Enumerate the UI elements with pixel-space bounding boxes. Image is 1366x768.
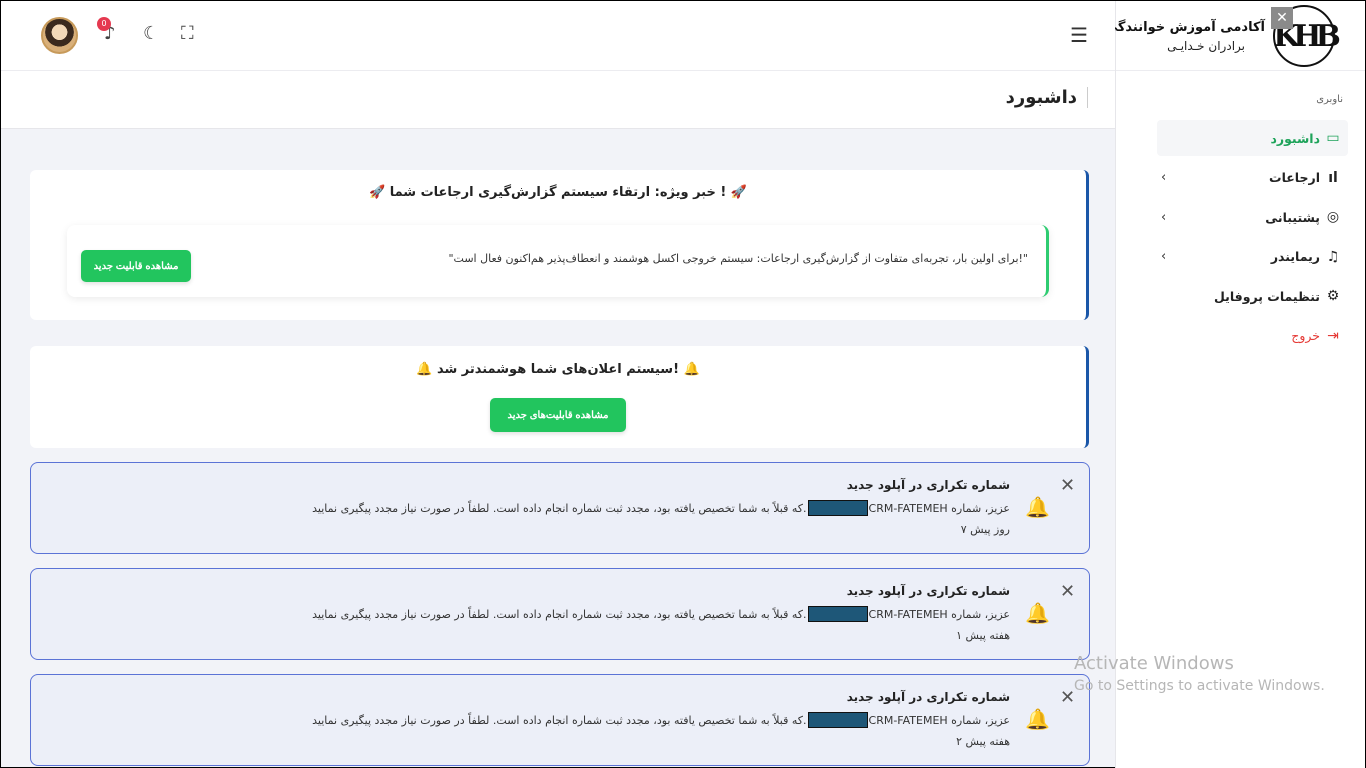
view-new-features-button[interactable]: مشاهده قابلیت‌های جدید: [490, 398, 626, 432]
notification-title: شماره تکراری در آپلود جدید: [846, 584, 1010, 598]
monitor-icon: ▭: [1326, 130, 1340, 146]
lifebuoy-icon: ◎: [1326, 209, 1340, 225]
page-header: داشبورد: [1, 71, 1115, 129]
redacted-number: [807, 712, 868, 728]
hamburger-menu-icon[interactable]: ☰: [1070, 23, 1088, 47]
bell-icon: 🔔: [1025, 707, 1050, 731]
page-title: داشبورد: [1006, 87, 1088, 108]
notification-body: CRM-FATEMEH عزیز، شماره که قبلاً به شما …: [312, 606, 1010, 622]
sidebar-item-label: داشبورد: [1270, 130, 1320, 146]
brand-subtitle: برادران خـدایـی: [1167, 39, 1245, 53]
notification-title: شماره تکراری در آپلود جدید: [846, 690, 1010, 704]
close-icon[interactable]: ✕: [1060, 687, 1075, 708]
notification-body-start: CRM-FATEMEH عزیز، شماره: [868, 501, 1010, 515]
fullscreen-icon[interactable]: ⛶: [181, 23, 194, 44]
bell-icon: 🔔: [1025, 601, 1050, 625]
sidebar-item-logout[interactable]: ⇥ خروج: [1157, 318, 1348, 354]
notification-badge: 0: [97, 17, 111, 31]
sidebar-item-label: ارجاعات: [1269, 170, 1320, 185]
notification-body-end: که قبلاً به شما تخصیص یافته بود، مجدد ثب…: [312, 501, 807, 515]
sidebar-item-label: خروج: [1291, 328, 1320, 343]
bell-icon: 🔔: [1025, 495, 1050, 519]
close-icon[interactable]: ✕: [1060, 581, 1075, 602]
redacted-number: [807, 606, 868, 622]
sidebar-item-reminder[interactable]: ♫ ریمایندر ‹: [1157, 239, 1348, 275]
windows-activation-title: Activate Windows: [1074, 653, 1234, 674]
notification-body: CRM-FATEMEH عزیز، شماره که قبلاً به شما …: [312, 712, 1010, 728]
notification-title: شماره تکراری در آپلود جدید: [846, 478, 1010, 492]
moon-icon[interactable]: ☾: [143, 23, 159, 44]
sidebar-item-dashboard[interactable]: ▭ داشبورد: [1157, 120, 1348, 156]
sidebar-item-profile-settings[interactable]: ⚙ تنظیمات پروفایل: [1157, 278, 1348, 314]
announcement-text: "برای اولین بار، تجربه‌ای متفاوت از گزار…: [448, 252, 1028, 265]
sidebar-item-label: تنظیمات پروفایل: [1213, 288, 1320, 304]
windows-activation-subtitle: Go to Settings to activate Windows.: [1074, 678, 1325, 694]
notification-body-end: که قبلاً به شما تخصیص یافته بود، مجدد ثب…: [312, 713, 807, 727]
redacted-number: [807, 500, 868, 516]
card-title: 🔔 سیستم اعلان‌های شما هوشمندتر شد! 🔔: [416, 362, 700, 377]
sidebar-nav: ▭ داشبورد ıl ارجاعات ‹ ◎ پشتیبانی ‹ ♫ ری…: [1157, 120, 1348, 357]
card-title: 🚀 خبر ویژه: ارتقاء سیستم گزارش‌گیری ارجا…: [368, 185, 748, 200]
notification-body-end: که قبلاً به شما تخصیص یافته بود، مجدد ثب…: [312, 607, 807, 621]
sidebar-item-referrals[interactable]: ıl ارجاعات ‹: [1157, 160, 1348, 196]
notification-item: ✕ 🔔 شماره تکراری در آپلود جدید CRM-FATEM…: [30, 462, 1090, 554]
bar-chart-icon: ıl: [1328, 169, 1338, 186]
chevron-left-icon: ‹: [1161, 209, 1167, 225]
sidebar-item-support[interactable]: ◎ پشتیبانی ‹: [1157, 199, 1348, 235]
gear-icon: ⚙: [1326, 288, 1340, 304]
notification-body-start: CRM-FATEMEH عزیز، شماره: [868, 713, 1010, 727]
notification-time: ۲ هفته پیش: [956, 735, 1010, 748]
notification-body: CRM-FATEMEH عزیز، شماره که قبلاً به شما …: [312, 500, 1010, 516]
bell-icon: ♫: [1326, 248, 1340, 265]
chevron-left-icon: ‹: [1161, 170, 1167, 185]
notification-item: ✕ 🔔 شماره تکراری در آپلود جدید CRM-FATEM…: [30, 568, 1090, 660]
close-icon: ✕: [1271, 7, 1293, 29]
user-avatar[interactable]: [41, 17, 78, 54]
sidebar-item-label: پشتیبانی: [1265, 209, 1320, 225]
topbar: ☰ ⛶ ☾ ♪ 0: [1, 1, 1115, 71]
announcement-box: "برای اولین بار، تجربه‌ای متفاوت از گزار…: [67, 225, 1049, 297]
brand-header: KHB ✕ آکادمی آموزش خوانندگی برادران خـدا…: [1105, 1, 1365, 71]
feature-news-card: 🚀 خبر ویژه: ارتقاء سیستم گزارش‌گیری ارجا…: [30, 170, 1089, 320]
notification-item: ✕ 🔔 شماره تکراری در آپلود جدید CRM-FATEM…: [30, 674, 1090, 766]
notification-time: ۱ هفته پیش: [956, 629, 1010, 642]
sidebar-item-label: ریمایندر: [1270, 249, 1320, 264]
notification-system-card: 🔔 سیستم اعلان‌های شما هوشمندتر شد! 🔔 مشا…: [30, 346, 1089, 448]
chevron-left-icon: ‹: [1161, 249, 1167, 264]
notification-body-start: CRM-FATEMEH عزیز، شماره: [868, 607, 1010, 621]
close-icon[interactable]: ✕: [1060, 475, 1075, 496]
logout-icon: ⇥: [1327, 327, 1339, 344]
brand-title: آکادمی آموزش خوانندگی: [1104, 20, 1265, 35]
view-new-feature-button[interactable]: مشاهده قابلیت جدید: [81, 250, 191, 282]
nav-caption: ناوبری: [1316, 94, 1343, 105]
notification-time: ۷ روز پیش: [960, 523, 1010, 536]
